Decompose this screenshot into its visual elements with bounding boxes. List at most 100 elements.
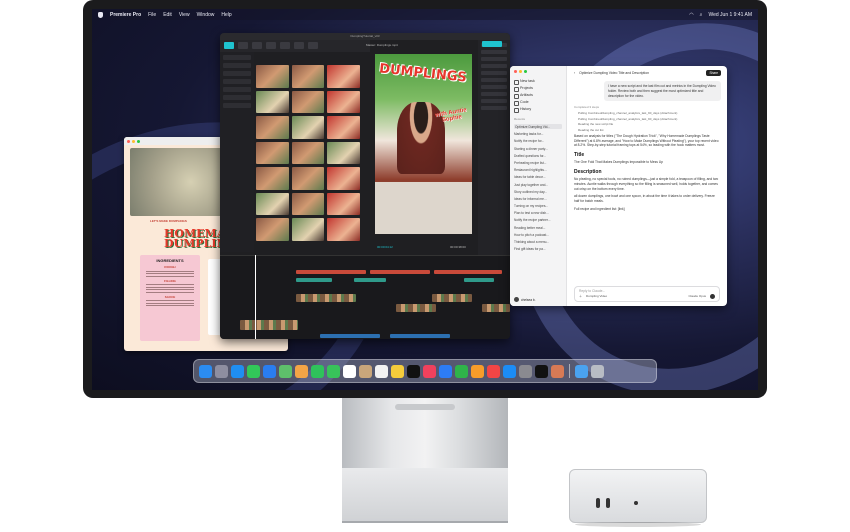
phone-icon[interactable] (327, 364, 340, 378)
history-item[interactable]: Plan to test a new dish... (514, 211, 562, 215)
nav-item[interactable] (223, 103, 251, 108)
history-item[interactable]: Just play together and... (514, 183, 562, 187)
media-thumbnail[interactable] (256, 116, 289, 139)
close-icon[interactable] (127, 139, 130, 143)
nav-history[interactable]: History (514, 107, 562, 113)
launchpad-icon[interactable] (215, 364, 228, 378)
history-item[interactable]: Marketing tasks for... (514, 132, 562, 136)
media-thumbnail[interactable] (256, 141, 289, 165)
history-item[interactable]: Notify the recipe partner... (514, 218, 562, 222)
app-store-icon[interactable] (503, 364, 516, 378)
video-clip[interactable] (396, 304, 436, 312)
calendar-icon[interactable] (343, 364, 356, 378)
inspector-row[interactable] (481, 106, 507, 110)
keynote-icon[interactable] (439, 364, 452, 378)
chat-input-placeholder[interactable]: Reply to Claude... (579, 289, 605, 293)
nav-item[interactable] (223, 87, 251, 92)
history-item[interactable]: Ideas for informal me... (514, 197, 562, 201)
effect-clip[interactable] (354, 278, 386, 282)
pages-icon[interactable] (471, 364, 484, 378)
steps-summary[interactable]: Completed 3 steps (574, 105, 721, 109)
finder-icon[interactable] (199, 364, 212, 378)
main-video-clip[interactable] (240, 320, 298, 330)
history-item[interactable]: Restaurant highlights... (514, 168, 562, 172)
nav-projects[interactable]: Projects (514, 86, 562, 92)
media-thumbnail[interactable] (256, 65, 289, 88)
capcut-icon[interactable] (535, 364, 548, 378)
media-thumbnail[interactable] (256, 192, 289, 216)
numbers-icon[interactable] (455, 364, 468, 378)
back-icon[interactable]: ‹ (574, 71, 575, 75)
maps-icon[interactable] (279, 364, 292, 378)
history-item[interactable]: Notify the recipe for... (514, 139, 562, 143)
search-icon[interactable]: ⌕ (700, 12, 703, 18)
chat-input[interactable]: Reply to Claude... ＋ Dumpling Video Clau… (574, 286, 720, 302)
send-icon[interactable] (710, 294, 715, 299)
history-item[interactable]: Drafted questions for... (514, 154, 562, 158)
zoom-icon[interactable] (524, 70, 527, 73)
news-icon[interactable] (487, 364, 500, 378)
media-thumbnail[interactable] (327, 218, 360, 241)
nav-code[interactable]: Code (514, 100, 562, 106)
inspector-row[interactable] (481, 50, 507, 54)
model-selector[interactable]: Claude Opus (688, 294, 706, 299)
export-button[interactable] (482, 41, 502, 47)
notes-icon[interactable] (391, 364, 404, 378)
project-selector[interactable]: Dumpling Video (586, 294, 607, 299)
history-item[interactable]: Preheating recipe list... (514, 161, 562, 165)
menu-window[interactable]: Window (197, 12, 215, 18)
video-clip[interactable] (296, 294, 356, 302)
history-item[interactable]: Ideas for table decor... (514, 175, 562, 179)
inspector-row[interactable] (481, 71, 507, 75)
media-thumbnail[interactable] (291, 65, 325, 88)
history-item[interactable]: Optimize Dumpling Vid... (514, 124, 562, 129)
trash-icon[interactable] (590, 364, 604, 378)
inspector-row[interactable] (481, 57, 507, 61)
inspector-row[interactable] (481, 85, 507, 89)
nav-item[interactable] (223, 55, 251, 60)
inspector-row[interactable] (481, 99, 507, 103)
media-thumbnail[interactable] (327, 167, 360, 190)
menu-edit[interactable]: Edit (163, 12, 172, 18)
media-thumbnail[interactable] (327, 192, 360, 216)
audio-clip[interactable] (320, 334, 380, 338)
menu-clock[interactable]: Wed Jun 1 9:41 AM (708, 12, 752, 18)
safari-icon[interactable] (231, 364, 244, 378)
effect-clip[interactable] (296, 278, 332, 282)
facetime-icon[interactable] (311, 364, 324, 378)
history-item[interactable]: Find gift ideas for pa... (514, 247, 562, 251)
share-button[interactable]: Share (706, 70, 721, 76)
menu-file[interactable]: File (148, 12, 156, 18)
inspector-row[interactable] (481, 92, 507, 96)
system-settings-icon[interactable] (519, 364, 532, 378)
media-thumbnail[interactable] (256, 167, 289, 190)
nav-item[interactable] (223, 95, 251, 100)
claude-icon[interactable] (551, 364, 564, 378)
video-clip[interactable] (432, 294, 472, 302)
media-thumbnail[interactable] (327, 65, 360, 88)
minimize-icon[interactable] (132, 139, 135, 143)
nav-artifacts[interactable]: Artifacts (514, 93, 562, 99)
wifi-icon[interactable]: ◠ (689, 12, 693, 18)
video-clip[interactable] (482, 304, 510, 312)
history-item[interactable]: Story outlined my day... (514, 190, 562, 194)
history-item[interactable]: Thinking about a menu... (514, 240, 562, 244)
text-clip[interactable] (434, 270, 502, 274)
audio-tool-button[interactable] (238, 42, 248, 49)
media-thumbnail[interactable] (327, 90, 360, 114)
media-thumbnail[interactable] (291, 141, 325, 165)
media-tool-button[interactable] (224, 42, 234, 49)
media-thumbnail[interactable] (291, 167, 325, 190)
nav-new-task[interactable]: New task (514, 79, 562, 85)
reminders-icon[interactable] (375, 364, 388, 378)
photos-icon[interactable] (295, 364, 308, 378)
filters-tool-button[interactable] (294, 42, 304, 49)
timeline-playhead[interactable] (255, 255, 256, 339)
nav-item[interactable] (223, 79, 251, 84)
video-preview[interactable]: DUMPLINGS with Auntie Sophie (375, 54, 472, 234)
media-thumbnail[interactable] (291, 192, 325, 216)
contacts-icon[interactable] (359, 364, 372, 378)
transitions-tool-button[interactable] (280, 42, 290, 49)
nav-item[interactable] (223, 63, 251, 68)
media-thumbnail[interactable] (291, 218, 325, 241)
